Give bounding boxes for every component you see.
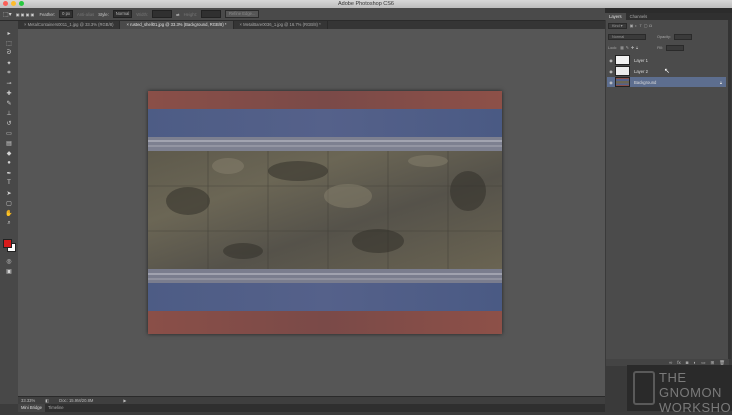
layer-filter-row: Kind ▾ ▣◐T▢◘ [608,22,654,29]
blur-tool-icon[interactable]: ◆ [4,149,14,157]
hand-tool-icon[interactable]: ✋ [4,209,14,217]
fill-label: Fill: [657,45,663,50]
height-input[interactable] [200,10,221,18]
layer-row[interactable]: ◉ Layer 1 [607,55,726,65]
layer-thumbnail [615,66,630,76]
magic-wand-tool-icon[interactable]: ✦ [4,59,14,67]
options-bar: ⬚▾ ▣▣▣▣ Feather: 0 px Anti-alias Style: … [0,8,605,21]
panel-tabs: Layers Channels [605,13,732,20]
status-menu-arrow-icon[interactable]: ▶ [123,398,126,403]
document-tab[interactable]: × MetalBare0036_1.jpg @ 16.7% (RGB/8) * [234,21,328,29]
kind-filter-select[interactable]: Kind ▾ [608,22,627,29]
document-size: Doc: 15.9M/20.8M [59,398,94,403]
status-info-icon[interactable]: ◧ [45,398,49,403]
timeline-tab[interactable]: Timeline [45,404,67,412]
lock-icon: 🔒︎ [719,79,722,85]
move-tool-icon[interactable]: ▸ [4,29,14,37]
visibility-eye-icon[interactable]: ◉ [607,69,615,74]
quick-mask-icon[interactable]: ◎ [4,257,14,265]
style-label: Style: [98,11,109,17]
dodge-tool-icon[interactable]: ● [4,159,14,167]
lock-label: Lock: [608,45,618,50]
crop-tool-icon[interactable]: ⌗ [4,69,14,77]
clone-stamp-tool-icon[interactable]: ⊥ [4,109,14,117]
panel-scrollbar[interactable] [728,20,731,359]
screen-mode-icon[interactable]: ▣ [4,267,14,275]
lasso-tool-icon[interactable]: ᘐ [4,49,14,57]
type-tool-icon[interactable]: T [4,179,14,187]
pen-tool-icon[interactable]: ✒ [4,169,14,177]
watermark-text: THE GNOMON WORKSHOP [659,370,732,415]
history-brush-tool-icon[interactable]: ↺ [4,119,14,127]
watermark: THE GNOMON WORKSHOP [627,365,732,415]
anti-alias-checkbox[interactable]: Anti-alias [77,12,94,17]
feather-input[interactable]: 0 px [59,10,74,18]
tools-panel: ▸ ⬚ ᘐ ✦ ⌗ ⊸ ✚ ✎ ⊥ ↺ ▭ ▤ ◆ ● ✒ T ➤ ▢ ✋ ⌕ ◎ ▣ [0,21,19,404]
zoom-level[interactable]: 33.33% [21,398,35,403]
swap-dimensions-icon[interactable]: ⇄ [176,12,180,17]
tab-channels[interactable]: Channels [626,13,652,20]
document-tab-active[interactable]: × rusted_shell01.jpg @ 33.3% (Background… [120,21,234,29]
blend-mode-select[interactable]: Normal [608,33,646,40]
width-input[interactable] [152,10,173,18]
opacity-input[interactable] [673,33,692,40]
gradient-tool-icon[interactable]: ▤ [4,139,14,147]
document-tabs: × MetalContainers0011_1.jpg @ 33.3% (RGB… [18,21,605,29]
layer-thumbnail [615,77,630,87]
layer-name: Layer 1 [634,57,648,63]
zoom-tool-icon[interactable]: ⌕ [4,219,14,227]
canvas-workspace[interactable] [18,29,605,396]
gnomon-logo-icon [633,371,655,405]
document-tab[interactable]: × MetalContainers0011_1.jpg @ 33.3% (RGB… [18,21,121,29]
feather-label: Feather: [39,11,56,17]
lock-icons[interactable]: ▦✎✚🔒︎ [620,45,640,50]
shape-tool-icon[interactable]: ▢ [4,199,14,207]
layer-name: Layer 2 [634,68,648,74]
path-selection-tool-icon[interactable]: ➤ [4,189,14,197]
brush-tool-icon[interactable]: ✎ [4,99,14,107]
eraser-tool-icon[interactable]: ▭ [4,129,14,137]
selection-mode-icons[interactable]: ▣▣▣▣ [16,12,36,17]
rusted-metal-texture-image [148,91,502,334]
mini-bridge-tab[interactable]: Mini Bridge [18,404,45,412]
height-label: Height: [183,11,197,17]
blend-row: Normal Opacity: [608,33,692,40]
document-image[interactable] [148,91,502,334]
status-bar: 33.33% ◧ Doc: 15.9M/20.8M ▶ [18,396,605,404]
foreground-color-swatch[interactable] [3,239,12,248]
layer-row-selected[interactable]: ◉ Background 🔒︎ [607,77,726,87]
bottom-panel-tabs: Mini Bridge Timeline [18,404,605,412]
marquee-options-icon[interactable]: ⬚▾ [3,11,12,18]
layer-name: Background [634,79,657,85]
lock-row: Lock: ▦✎✚🔒︎ Fill: [608,44,684,51]
refine-edge-button[interactable]: Refine Edge... [224,10,260,18]
filter-icons[interactable]: ▣◐T▢◘ [630,23,654,28]
mouse-cursor-icon: ↖ [664,68,670,75]
width-label: Width: [136,11,149,17]
healing-brush-tool-icon[interactable]: ✚ [4,89,14,97]
fill-input[interactable] [665,44,684,51]
style-select[interactable]: Normal [112,10,133,18]
visibility-eye-icon[interactable]: ◉ [607,58,615,63]
visibility-eye-icon[interactable]: ◉ [607,80,615,85]
window-titlebar: Adobe Photoshop CS6 [0,0,732,8]
window-title: Adobe Photoshop CS6 [338,1,394,7]
layer-thumbnail [615,55,630,65]
opacity-label: Opacity: [657,34,671,39]
eyedropper-tool-icon[interactable]: ⊸ [4,79,14,87]
tab-layers[interactable]: Layers [605,13,626,20]
marquee-tool-icon[interactable]: ⬚ [4,39,14,47]
